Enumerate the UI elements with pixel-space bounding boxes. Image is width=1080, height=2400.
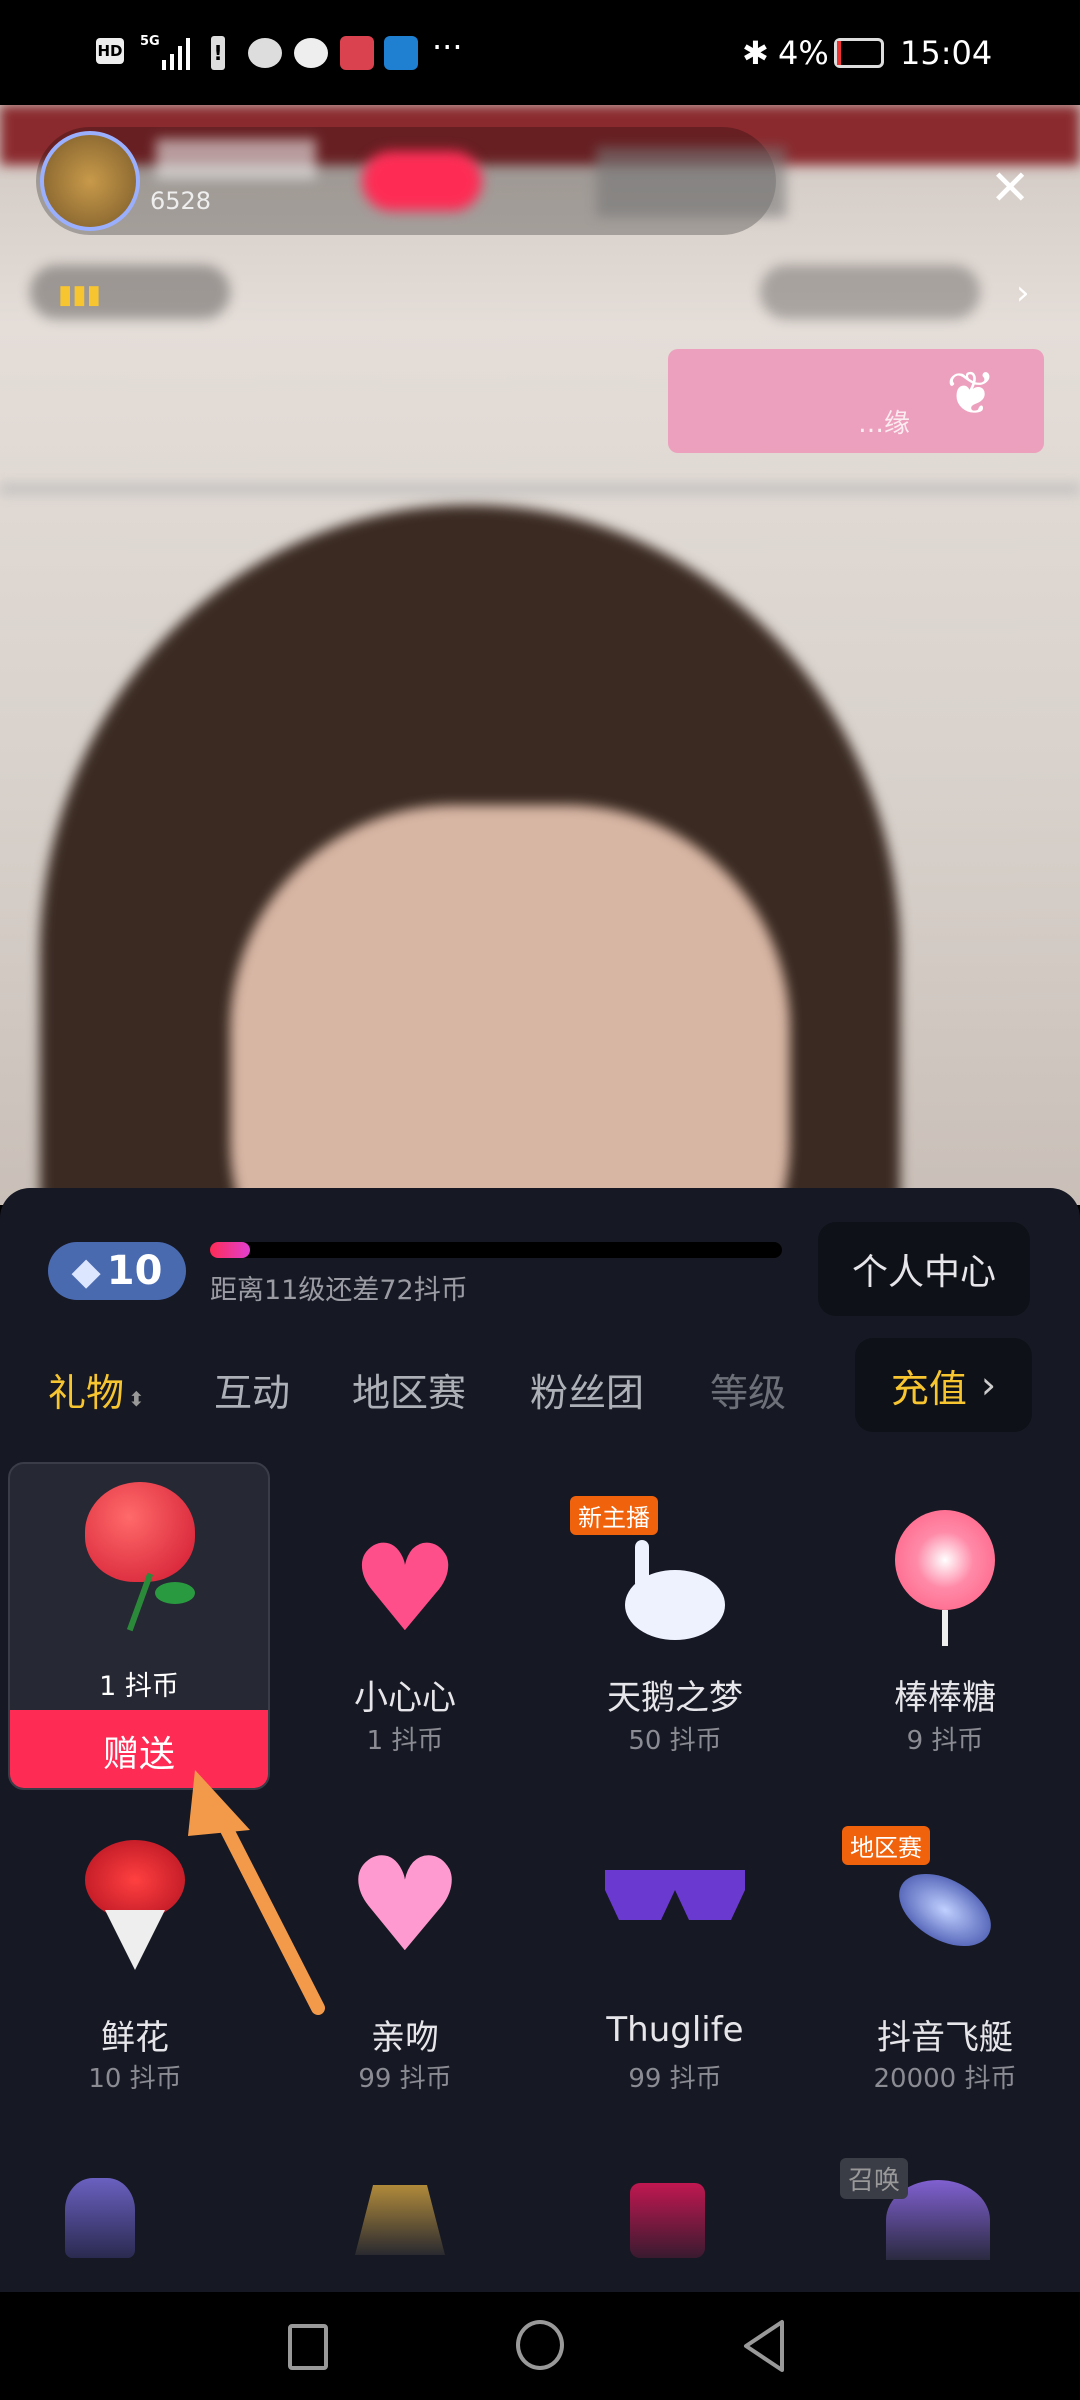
home-button[interactable] — [516, 2320, 564, 2370]
navigation-bar — [0, 2292, 1080, 2400]
annotation-arrow — [188, 1770, 325, 2015]
recents-button[interactable] — [288, 2324, 328, 2370]
back-button[interactable] — [740, 2318, 788, 2374]
